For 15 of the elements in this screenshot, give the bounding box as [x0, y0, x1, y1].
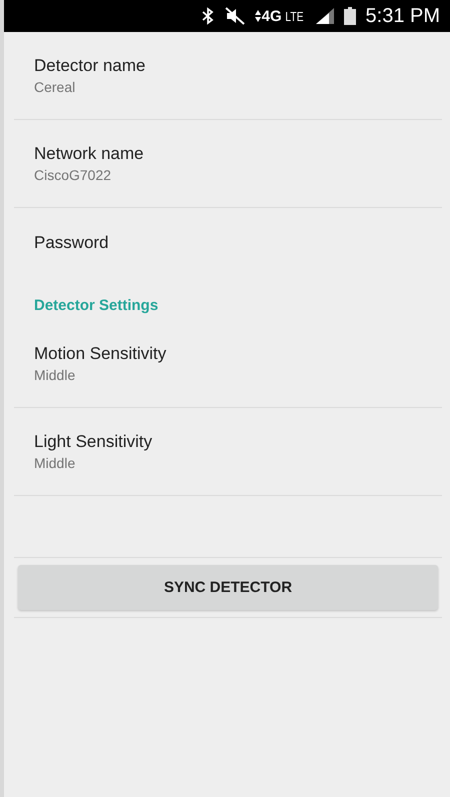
mute-icon — [224, 7, 245, 25]
data-arrows-icon — [254, 10, 261, 22]
lte-label: LTE — [284, 8, 304, 24]
preference-item[interactable]: Motion Sensitivity Middle — [14, 320, 442, 408]
preference-item[interactable]: Detector name Cereal — [14, 32, 442, 120]
clock: 5:31 PM — [366, 4, 440, 28]
preference-item[interactable]: Network name CiscoG7022 — [14, 120, 442, 208]
network-type-label: 4G — [262, 8, 282, 24]
battery-icon — [344, 7, 356, 25]
preference-item[interactable]: Light Sensitivity Middle — [14, 408, 442, 496]
preference-item[interactable]: Password — [14, 208, 442, 285]
signal-icon — [316, 8, 334, 24]
sync-detector-button[interactable]: SYNC DETECTOR — [18, 565, 438, 610]
section-header: Detector Settings — [33, 296, 160, 316]
bluetooth-icon — [200, 7, 215, 25]
